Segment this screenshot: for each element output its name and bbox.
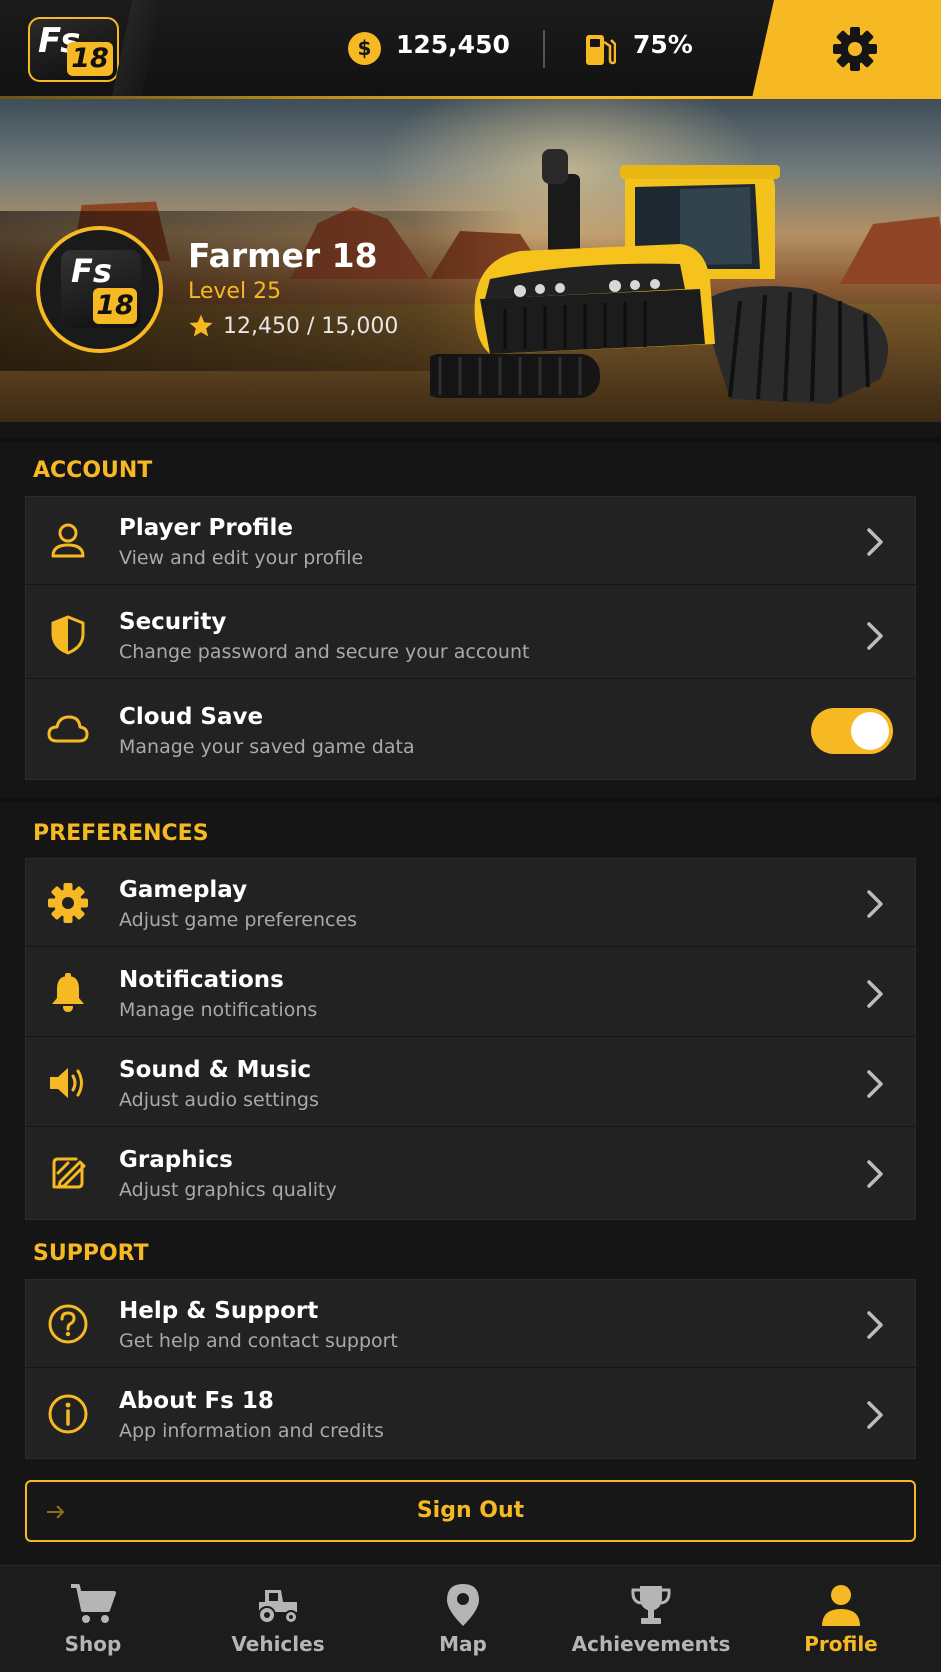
avatar[interactable]: Fs 18	[36, 226, 163, 353]
chevron-right-icon	[867, 980, 883, 1008]
fuel-level: 75%	[633, 30, 693, 59]
money-balance: 125,450	[396, 30, 510, 59]
app-logo[interactable]: Fs 18	[28, 17, 119, 82]
section-title-support: SUPPORT	[33, 1241, 149, 1266]
nav-item-achievements[interactable]: Achievements	[570, 1566, 732, 1672]
cart-icon	[71, 1584, 116, 1623]
account-card: Player Profile View and edit your profil…	[25, 496, 917, 780]
map-pin-icon	[447, 1584, 479, 1626]
menu-item-graphics[interactable]: Graphics Adjust graphics quality	[26, 1129, 917, 1217]
stat-divider	[543, 30, 545, 68]
nav-label: Profile	[804, 1632, 878, 1656]
bell-icon	[52, 973, 84, 1012]
chevron-right-icon	[867, 622, 883, 650]
toggle-knob	[851, 712, 889, 750]
chevron-right-icon	[867, 1311, 883, 1339]
menu-item-subtitle: Adjust game preferences	[119, 909, 358, 931]
help-icon	[48, 1304, 88, 1344]
menu-item-title: Cloud Save	[119, 704, 264, 730]
nav-item-shop[interactable]: Shop	[28, 1566, 158, 1672]
preferences-card: Gameplay Adjust game preferences Notific…	[25, 858, 917, 1220]
menu-item-gameplay[interactable]: Gameplay Adjust game preferences	[26, 859, 917, 947]
menu-item-subtitle: App information and credits	[119, 1420, 384, 1442]
coin-icon: $	[348, 32, 381, 65]
fuel-icon	[586, 35, 616, 65]
user-icon	[51, 523, 85, 558]
chevron-right-icon	[867, 1070, 883, 1098]
profile-hero: Fs 18 Farmer 18 Level 25 12,450 / 15,000	[0, 99, 941, 422]
gear-icon	[833, 27, 877, 71]
header-divider	[111, 0, 163, 98]
shield-icon	[51, 615, 85, 655]
gear-icon	[48, 883, 88, 923]
star-icon	[189, 314, 213, 337]
person-icon	[822, 1585, 860, 1626]
menu-item-about[interactable]: About Fs 18 App information and credits	[26, 1370, 917, 1458]
speaker-icon	[50, 1068, 83, 1098]
section-divider	[0, 797, 941, 803]
menu-item-subtitle: Adjust audio settings	[119, 1089, 319, 1111]
menu-item-notifications[interactable]: Notifications Manage notifications	[26, 949, 917, 1037]
sign-out-label: Sign Out	[416, 1498, 525, 1523]
menu-item-security[interactable]: Security Change password and secure your…	[26, 591, 917, 679]
menu-item-sound-music[interactable]: Sound & Music Adjust audio settings	[26, 1039, 917, 1127]
cloud-save-toggle[interactable]	[811, 708, 893, 754]
section-divider	[0, 437, 941, 443]
menu-item-title: Player Profile	[119, 515, 294, 541]
menu-item-subtitle: Adjust graphics quality	[119, 1179, 337, 1201]
menu-item-title: Sound & Music	[119, 1057, 312, 1083]
avatar-logo-text: Fs	[71, 252, 112, 290]
menu-item-cloud-save[interactable]: Cloud Save Manage your saved game data	[26, 686, 917, 774]
menu-item-subtitle: Manage notifications	[119, 999, 318, 1021]
menu-item-subtitle: Manage your saved game data	[119, 736, 415, 758]
menu-item-help-support[interactable]: Help & Support Get help and contact supp…	[26, 1280, 917, 1368]
player-name: Farmer 18	[188, 236, 378, 275]
trophy-icon	[631, 1586, 671, 1624]
nav-label: Map	[439, 1632, 487, 1656]
avatar-logo: Fs 18	[61, 250, 141, 328]
graphics-icon	[52, 1157, 86, 1189]
nav-label: Shop	[64, 1632, 122, 1656]
menu-item-title: Gameplay	[119, 877, 248, 903]
info-icon	[48, 1394, 88, 1434]
menu-item-title: Graphics	[119, 1147, 233, 1173]
nav-label: Vehicles	[231, 1632, 325, 1656]
menu-item-subtitle: Change password and secure your account	[119, 641, 530, 663]
menu-item-title: Help & Support	[119, 1298, 319, 1324]
menu-item-title: Security	[119, 609, 227, 635]
chevron-right-icon	[867, 890, 883, 918]
settings-button[interactable]	[752, 0, 941, 98]
player-level: Level 25	[188, 279, 282, 304]
nav-item-profile[interactable]: Profile	[776, 1566, 906, 1672]
bottom-nav: Shop Vehicles Map Achievements Profile	[0, 1565, 941, 1672]
menu-item-subtitle: Get help and contact support	[119, 1330, 398, 1352]
tractor-illustration	[430, 149, 888, 404]
chevron-right-icon	[867, 1160, 883, 1188]
nav-label: Achievements	[571, 1632, 731, 1656]
chevron-right-icon	[867, 1401, 883, 1429]
player-xp: 12,450 / 15,000	[223, 314, 399, 339]
avatar-logo-number: 18	[93, 288, 137, 324]
section-title-account: ACCOUNT	[33, 458, 153, 483]
top-bar: Fs 18 $ 125,450 75%	[0, 0, 941, 99]
chevron-right-icon	[867, 528, 883, 556]
menu-item-player-profile[interactable]: Player Profile View and edit your profil…	[26, 497, 917, 585]
menu-item-subtitle: View and edit your profile	[119, 547, 364, 569]
sign-out-button[interactable]: Sign Out	[25, 1480, 916, 1542]
tractor-icon	[258, 1590, 298, 1624]
menu-item-title: About Fs 18	[119, 1388, 274, 1414]
logo-number: 18	[67, 42, 113, 76]
cloud-icon	[47, 715, 89, 743]
menu-item-title: Notifications	[119, 967, 284, 993]
support-card: Help & Support Get help and contact supp…	[25, 1279, 917, 1459]
section-title-preferences: PREFERENCES	[33, 821, 209, 846]
nav-item-map[interactable]: Map	[398, 1566, 528, 1672]
nav-item-vehicles[interactable]: Vehicles	[213, 1566, 343, 1672]
